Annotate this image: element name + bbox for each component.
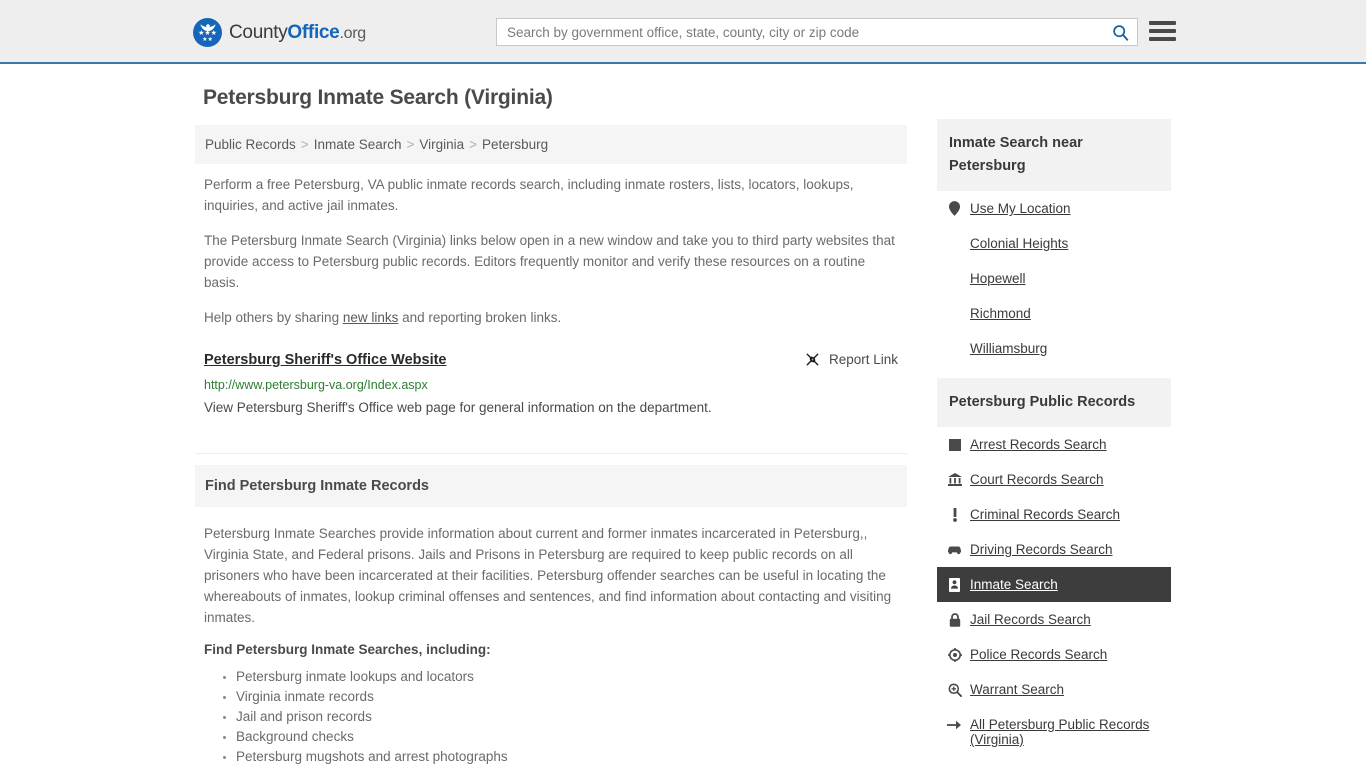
breadcrumb-separator: > xyxy=(300,137,309,152)
sidebar-link-label[interactable]: Court Records Search xyxy=(970,472,1104,487)
nearby-list: Use My Location Colonial Heights Hopewel… xyxy=(937,191,1171,366)
sidebar-item-warrant-search[interactable]: Warrant Search xyxy=(937,672,1171,707)
sidebar-link-label[interactable]: Arrest Records Search xyxy=(970,437,1107,452)
breadcrumb-separator: > xyxy=(469,137,478,152)
list-item: Jail and prison records xyxy=(236,707,907,727)
breadcrumb: Public Records > Inmate Search > Virginia > Pe… xyxy=(195,125,907,164)
sidebar-item-hopewell[interactable]: Hopewell xyxy=(937,261,1171,296)
sidebar: Inmate Search near Petersburg Use My Loc… xyxy=(937,86,1171,765)
hamburger-bar-2 xyxy=(1149,29,1176,33)
public-records-panel: Petersburg Public Records Arrest Records… xyxy=(937,378,1171,757)
map-pin-icon xyxy=(947,201,962,216)
page-title: Petersburg Inmate Search (Virginia) xyxy=(203,86,553,109)
intro-paragraph-2: The Petersburg Inmate Search (Virginia) … xyxy=(204,233,895,290)
sidebar-link-label[interactable]: Inmate Search xyxy=(970,577,1058,592)
list-item: Petersburg mugshots and arrest photograp… xyxy=(236,747,907,767)
sidebar-link-label[interactable]: Hopewell xyxy=(970,271,1026,286)
new-links-link[interactable]: new links xyxy=(343,310,399,325)
breadcrumb-item-inmate-search[interactable]: Inmate Search xyxy=(314,137,402,152)
stars-glyph: ★★★ ★★ xyxy=(198,30,217,43)
site-header: ★★★ ★★ CountyOffice.org xyxy=(0,0,1366,64)
section-divider xyxy=(195,453,907,454)
sidebar-item-criminal-records-search[interactable]: Criminal Records Search xyxy=(937,497,1171,532)
share-text-after: and reporting broken links. xyxy=(398,310,562,325)
sidebar-item-court-records-search[interactable]: Court Records Search xyxy=(937,462,1171,497)
exclamation-icon xyxy=(947,507,962,522)
hamburger-bar-3 xyxy=(1149,37,1176,41)
sidebar-item-all-public-records[interactable]: All Petersburg Public Records (Virginia) xyxy=(937,707,1171,757)
public-records-heading: Petersburg Public Records xyxy=(937,378,1171,427)
search-input[interactable] xyxy=(497,19,1103,45)
page-body: Petersburg Inmate Search (Virginia) Publ… xyxy=(0,64,1366,768)
result-url[interactable]: http://www.petersburg-va.org/Index.aspx xyxy=(204,377,907,393)
inmate-search-list: Petersburg inmate lookups and locators V… xyxy=(204,667,907,768)
result-title-link[interactable]: Petersburg Sheriff's Office Website xyxy=(204,352,805,368)
search-bar[interactable] xyxy=(496,18,1138,46)
hamburger-bar-1 xyxy=(1149,21,1176,25)
broken-link-icon xyxy=(806,353,819,366)
sidebar-link-label[interactable]: Use My Location xyxy=(970,201,1071,216)
sidebar-link-label[interactable]: Jail Records Search xyxy=(970,612,1091,627)
main-column: Petersburg Inmate Search (Virginia) Publ… xyxy=(195,86,907,768)
breadcrumb-separator: > xyxy=(406,137,415,152)
result-entry: Petersburg Sheriff's Office Website Repo… xyxy=(204,352,907,417)
list-item: Virginia inmate records xyxy=(236,687,907,707)
result-description: View Petersburg Sheriff's Office web pag… xyxy=(204,400,712,415)
brand-wordmark: CountyOffice.org xyxy=(229,22,366,44)
id-card-icon xyxy=(947,577,962,592)
bank-icon xyxy=(947,473,962,486)
sidebar-item-inmate-search[interactable]: Inmate Search xyxy=(937,567,1171,602)
breadcrumb-item-petersburg[interactable]: Petersburg xyxy=(482,137,548,152)
search-icon xyxy=(1112,24,1128,41)
intro-paragraph-1: Perform a free Petersburg, VA public inm… xyxy=(204,177,854,213)
report-link-label: Report Link xyxy=(828,352,898,367)
sidebar-link-label[interactable]: Colonial Heights xyxy=(970,236,1068,251)
hamburger-menu-icon[interactable] xyxy=(1149,20,1176,42)
sidebar-link-label[interactable]: All Petersburg Public Records (Virginia) xyxy=(970,717,1161,747)
content-container: Petersburg Inmate Search (Virginia) Publ… xyxy=(195,64,1171,768)
sidebar-link-label[interactable]: Warrant Search xyxy=(970,682,1064,697)
sidebar-item-driving-records-search[interactable]: Driving Records Search xyxy=(937,532,1171,567)
list-item: Petersburg inmate lookups and locators xyxy=(236,667,907,687)
magnifier-plus-icon xyxy=(947,683,962,697)
section-list-heading: Find Petersburg Inmate Searches, includi… xyxy=(204,642,491,657)
square-icon xyxy=(947,438,962,451)
section-heading: Find Petersburg Inmate Records xyxy=(195,465,907,507)
sidebar-item-use-my-location[interactable]: Use My Location xyxy=(937,191,1171,226)
list-item: Background checks xyxy=(236,727,907,747)
arrow-right-icon xyxy=(947,719,962,731)
brand-part-county: County xyxy=(229,21,288,43)
sidebar-item-jail-records-search[interactable]: Jail Records Search xyxy=(937,602,1171,637)
report-link-button[interactable]: Report Link xyxy=(805,352,898,367)
brand-part-org: .org xyxy=(339,24,366,42)
site-logo[interactable]: ★★★ ★★ CountyOffice.org xyxy=(193,18,366,47)
result-header-row: Petersburg Sheriff's Office Website Repo… xyxy=(204,352,907,368)
eagle-seal-icon: ★★★ ★★ xyxy=(193,18,222,47)
sidebar-link-label[interactable]: Police Records Search xyxy=(970,647,1107,662)
sidebar-item-police-records-search[interactable]: Police Records Search xyxy=(937,637,1171,672)
sidebar-link-label[interactable]: Richmond xyxy=(970,306,1031,321)
sidebar-item-richmond[interactable]: Richmond xyxy=(937,296,1171,331)
nearby-heading: Inmate Search near Petersburg xyxy=(937,119,1171,191)
car-icon xyxy=(947,544,962,555)
sidebar-link-label[interactable]: Criminal Records Search xyxy=(970,507,1120,522)
sidebar-item-arrest-records-search[interactable]: Arrest Records Search xyxy=(937,427,1171,462)
share-text-before: Help others by sharing xyxy=(204,310,343,325)
brand-part-office: Office xyxy=(287,21,340,43)
section-body: Petersburg Inmate Searches provide infor… xyxy=(204,526,892,625)
sidebar-link-label[interactable]: Williamsburg xyxy=(970,341,1047,356)
lock-icon xyxy=(947,612,962,627)
sidebar-item-williamsburg[interactable]: Williamsburg xyxy=(937,331,1171,366)
sidebar-link-label[interactable]: Driving Records Search xyxy=(970,542,1113,557)
nearby-panel: Inmate Search near Petersburg Use My Loc… xyxy=(937,119,1171,366)
share-links-paragraph: Help others by sharing new links and rep… xyxy=(204,307,904,328)
search-button[interactable] xyxy=(1103,19,1137,45)
sidebar-item-colonial-heights[interactable]: Colonial Heights xyxy=(937,226,1171,261)
badge-target-icon xyxy=(947,647,962,662)
breadcrumb-item-public-records[interactable]: Public Records xyxy=(205,137,296,152)
public-records-list: Arrest Records Search Court Records Sear… xyxy=(937,427,1171,757)
breadcrumb-item-virginia[interactable]: Virginia xyxy=(419,137,464,152)
